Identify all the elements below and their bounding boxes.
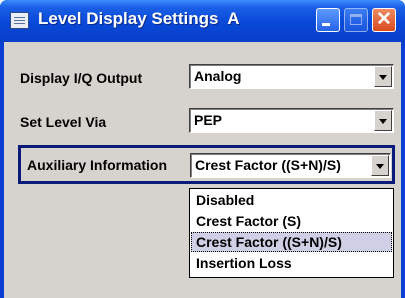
- title-bar[interactable]: Level Display Settings A ✕: [0, 0, 405, 42]
- close-icon: ✕: [376, 9, 392, 30]
- close-button[interactable]: ✕: [372, 8, 396, 32]
- aux-info-dropdown-list[interactable]: Disabled Crest Factor (S) Crest Factor (…: [189, 188, 394, 278]
- set-level-value: PEP: [194, 112, 223, 128]
- chevron-down-icon[interactable]: [374, 110, 392, 131]
- window-title: Level Display Settings A: [38, 9, 240, 28]
- dropdown-option-crest-factor-sn[interactable]: Crest Factor ((S+N)/S): [191, 232, 392, 252]
- aux-info-row: Auxiliary Information Crest Factor ((S+N…: [21, 148, 392, 181]
- window-app-icon[interactable]: [10, 12, 29, 29]
- chevron-down-icon[interactable]: [374, 66, 392, 87]
- display-iq-value: Analog: [194, 68, 242, 84]
- minimize-button[interactable]: [316, 8, 340, 32]
- dropdown-option-disabled[interactable]: Disabled: [191, 190, 392, 210]
- dropdown-option-crest-factor-s[interactable]: Crest Factor (S): [191, 211, 392, 231]
- set-level-select[interactable]: PEP: [189, 108, 394, 133]
- minimize-icon: [322, 23, 330, 26]
- aux-info-focus-frame: Auxiliary Information Crest Factor ((S+N…: [18, 145, 395, 184]
- aux-info-label: Auxiliary Information: [27, 157, 168, 173]
- dropdown-option-insertion-loss[interactable]: Insertion Loss: [191, 253, 392, 273]
- display-iq-label: Display I/Q Output: [20, 70, 143, 86]
- maximize-icon: [350, 14, 362, 25]
- chevron-down-icon[interactable]: [371, 155, 389, 176]
- settings-panel: Display I/Q Output Analog Set Level Via …: [4, 42, 401, 298]
- aux-info-select[interactable]: Crest Factor ((S+N)/S): [190, 153, 391, 178]
- settings-window: Level Display Settings A ✕ Display I/Q O…: [0, 0, 405, 298]
- set-level-label: Set Level Via: [20, 114, 107, 130]
- display-iq-select[interactable]: Analog: [189, 64, 394, 89]
- aux-info-value: Crest Factor ((S+N)/S): [195, 157, 341, 173]
- maximize-button[interactable]: [344, 8, 368, 32]
- set-level-row: Set Level Via PEP: [4, 108, 401, 148]
- display-iq-row: Display I/Q Output Analog: [4, 64, 401, 104]
